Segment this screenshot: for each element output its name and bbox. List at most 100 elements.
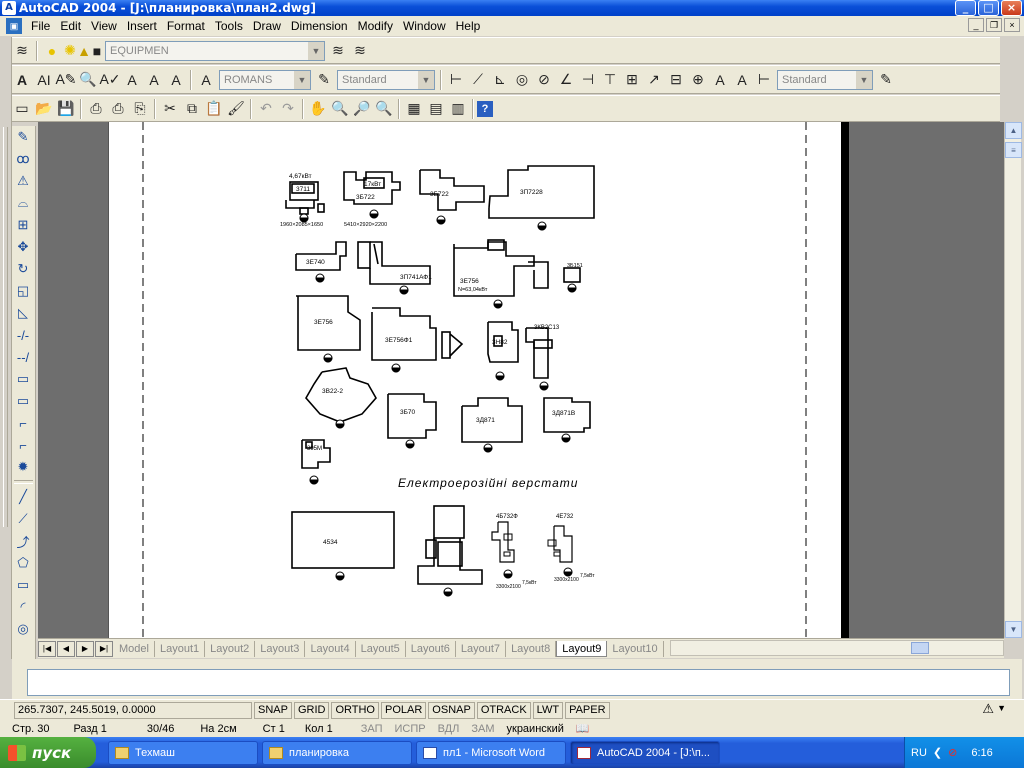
clock[interactable]: 6:16 (971, 747, 992, 759)
word-ovr[interactable]: ЗАМ (471, 723, 494, 735)
autocad-app-icon[interactable]: A (2, 1, 16, 15)
rotate-icon[interactable]: ↻ (12, 258, 34, 280)
publish-icon[interactable]: ⎘ (129, 98, 151, 120)
task-techmash[interactable]: Техмаш (108, 740, 258, 765)
angular-dimension-icon[interactable]: ∠ (555, 69, 577, 91)
menu-dimension[interactable]: Dimension (286, 19, 353, 33)
task-word[interactable]: пл1 - Microsoft Word (416, 740, 566, 765)
fillet-icon[interactable]: ⌐ (12, 434, 34, 456)
tab-layout10[interactable]: Layout10 (607, 640, 664, 657)
network-icon[interactable]: ⊘ (948, 746, 957, 759)
dimension-style-manager-icon[interactable]: ✎ (875, 69, 897, 91)
chamfer-icon[interactable]: ⌐ (12, 412, 34, 434)
paste-icon[interactable]: 📋 (203, 98, 225, 120)
layer-manager-icon[interactable]: ≋ (11, 40, 33, 62)
new-file-icon[interactable]: ▭ (11, 98, 33, 120)
copy-icon[interactable]: ⧉ (181, 98, 203, 120)
redo-icon[interactable]: ↷ (277, 98, 299, 120)
zoom-window-icon[interactable]: 🔎 (351, 98, 373, 120)
text-style-dropdown[interactable]: ROMANS ▼ (219, 69, 311, 90)
save-icon[interactable]: 💾 (55, 98, 77, 120)
undo-icon[interactable]: ↶ (255, 98, 277, 120)
dimension-text-edit-icon[interactable]: A (731, 69, 753, 91)
properties-icon[interactable]: ▦ (403, 98, 425, 120)
polar-toggle[interactable]: POLAR (381, 701, 427, 719)
text-style-manager-icon[interactable]: A (195, 69, 217, 91)
center-mark-icon[interactable]: ⊕ (687, 69, 709, 91)
grid-toggle[interactable]: GRID (293, 701, 330, 719)
otrack-toggle[interactable]: OTRACK (476, 701, 531, 719)
extend-icon[interactable]: --/ (12, 346, 34, 368)
cad-drawing[interactable]: 4,67кВт 3711 1960×2085×1650 17кВт 3Б722 … (108, 122, 849, 638)
leader-icon[interactable]: ↗ (643, 69, 665, 91)
open-folder-icon[interactable]: 📂 (33, 98, 55, 120)
aligned-dimension-icon[interactable]: ⟋ (467, 69, 489, 91)
ortho-toggle[interactable]: ORTHO (331, 701, 379, 719)
tab-model[interactable]: Model (114, 640, 155, 657)
task-planirovka[interactable]: планировка (262, 740, 412, 765)
zoom-realtime-icon[interactable]: 🔍 (329, 98, 351, 120)
color-swatch-icon[interactable]: ■ (91, 40, 103, 62)
horizontal-scrollbar[interactable] (670, 640, 1004, 656)
pan-realtime-icon[interactable]: ✋ (307, 98, 329, 120)
word-trk[interactable]: ИСПР (394, 723, 425, 735)
multiline-text-icon[interactable]: A (11, 69, 33, 91)
minimize-button[interactable]: _ (955, 0, 976, 16)
text-style-icon[interactable]: A (121, 69, 143, 91)
circle-icon[interactable]: ◎ (12, 618, 34, 640)
edit-text-icon[interactable]: A✎ (55, 69, 77, 91)
osnap-toggle[interactable]: OSNAP (428, 701, 475, 719)
dimension-update-icon[interactable]: ⊢ (753, 69, 775, 91)
print-preview-icon[interactable]: ⎙ (107, 98, 129, 120)
tab-layout1[interactable]: Layout1 (155, 640, 206, 657)
array-icon[interactable]: ⊞ (12, 214, 34, 236)
tab-layout4[interactable]: Layout4 (305, 640, 356, 657)
menu-tools[interactable]: Tools (210, 19, 248, 33)
scale-text-icon[interactable]: A (143, 69, 165, 91)
baseline-dimension-icon[interactable]: ⊤ (599, 69, 621, 91)
menu-edit[interactable]: Edit (55, 19, 86, 33)
document-icon[interactable]: ▣ (6, 18, 22, 34)
erase-icon[interactable]: ✎ (12, 126, 34, 148)
mirror-icon[interactable]: ⚠ (12, 170, 34, 192)
tab-layout2[interactable]: Layout2 (205, 640, 256, 657)
offset-icon[interactable]: ⌓ (12, 192, 34, 214)
sun-icon[interactable]: ✺ (63, 40, 77, 62)
lwt-toggle[interactable]: LWT (532, 701, 564, 719)
linear-dimension-icon[interactable]: ⊢ (445, 69, 467, 91)
print-icon[interactable]: ⎙ (85, 98, 107, 120)
stretch-icon[interactable]: ◺ (12, 302, 34, 324)
move-icon[interactable]: ✥ (12, 236, 34, 258)
layer-previous-icon[interactable]: ≋ (349, 40, 371, 62)
scale-icon[interactable]: ◱ (12, 280, 34, 302)
menu-window[interactable]: Window (398, 19, 451, 33)
menu-help[interactable]: Help (451, 19, 486, 33)
scroll-down-button[interactable]: ▼ (1005, 621, 1022, 638)
tolerance-icon[interactable]: ⊟ (665, 69, 687, 91)
start-button[interactable]: пуск (0, 737, 96, 768)
doc-restore-button[interactable]: ❐ (986, 18, 1002, 32)
cut-icon[interactable]: ✂ (159, 98, 181, 120)
layer-dropdown[interactable]: EQUIPMEN ▼ (105, 40, 325, 61)
match-properties-icon[interactable]: 🖌 (225, 98, 247, 120)
zoom-previous-icon[interactable]: 🔍 (373, 98, 395, 120)
table-style-dropdown[interactable]: Standard ▼ (777, 69, 873, 90)
tab-layout7[interactable]: Layout7 (456, 640, 507, 657)
first-tab-button[interactable]: |◀ (38, 640, 56, 657)
quick-dimension-icon[interactable]: ⊣ (577, 69, 599, 91)
hscroll-thumb[interactable] (911, 642, 929, 654)
ordinate-dimension-icon[interactable]: ⊾ (489, 69, 511, 91)
trim-icon[interactable]: -/- (12, 324, 34, 346)
explode-icon[interactable]: ✹ (12, 456, 34, 478)
copy-object-icon[interactable]: ꝏ (12, 148, 34, 170)
line-icon[interactable]: ╱ (12, 486, 34, 508)
rectangle-icon[interactable]: ▭ (12, 574, 34, 596)
polygon-icon[interactable]: ⬠ (12, 552, 34, 574)
communication-center-icon[interactable]: ⚠ (982, 701, 994, 717)
dimension-style-icon[interactable]: ✎ (313, 69, 335, 91)
scroll-thumb[interactable]: ≡ (1005, 142, 1022, 158)
diameter-dimension-icon[interactable]: ⊘ (533, 69, 555, 91)
next-tab-button[interactable]: ▶ (76, 640, 94, 657)
dim-style-dropdown[interactable]: Standard ▼ (337, 69, 435, 90)
dimension-edit-icon[interactable]: A (709, 69, 731, 91)
